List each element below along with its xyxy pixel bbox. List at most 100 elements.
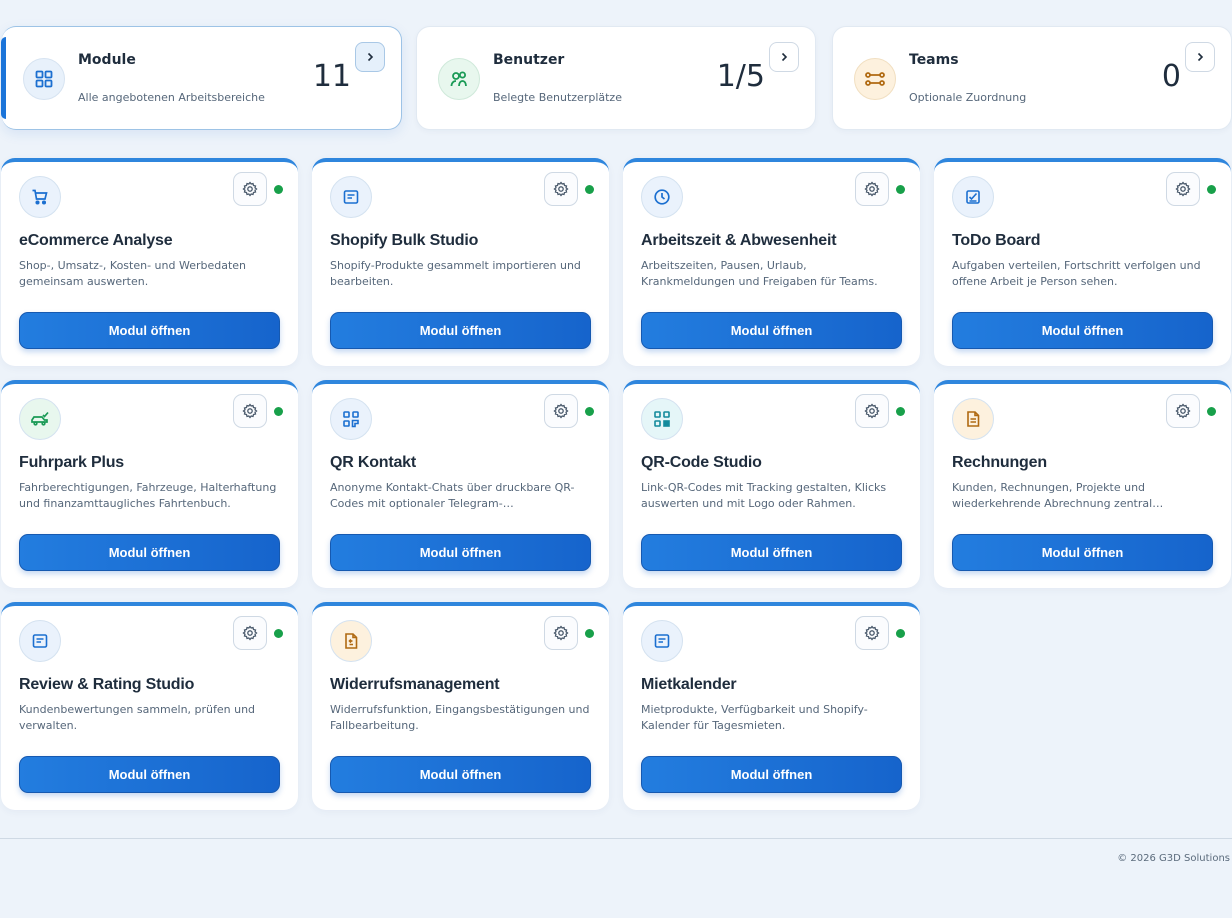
module-title: Widerrufsmanagement	[330, 676, 500, 693]
module-settings-button[interactable]	[233, 172, 267, 206]
grid-icon	[23, 58, 65, 100]
module-settings-button[interactable]	[544, 394, 578, 428]
stat-title: Teams	[909, 52, 959, 68]
stat-value: 11	[312, 59, 351, 94]
gear-icon	[553, 625, 569, 641]
status-dot	[274, 407, 283, 416]
open-module-button[interactable]: Modul öffnen	[330, 756, 591, 793]
return-document-icon	[330, 620, 372, 662]
open-module-button[interactable]: Modul öffnen	[330, 312, 591, 349]
chevron-right-button[interactable]	[1185, 42, 1215, 72]
open-module-button[interactable]: Modul öffnen	[19, 534, 280, 571]
gear-icon	[242, 403, 258, 419]
chevron-right-button[interactable]	[769, 42, 799, 72]
qr-contact-icon	[330, 398, 372, 440]
clock-icon	[641, 176, 683, 218]
gear-icon	[242, 625, 258, 641]
module-settings-button[interactable]	[544, 616, 578, 650]
open-module-button[interactable]: Modul öffnen	[330, 534, 591, 571]
module-card: Widerrufsmanagement Widerrufsfunktion, Ei…	[312, 602, 609, 810]
module-card: eCommerce Analyse Shop-, Umsatz-, Kosten-…	[1, 158, 298, 366]
module-card: Shopify Bulk Studio Shopify-Produkte gesa…	[312, 158, 609, 366]
module-description: Kundenbewertungen sammeln, prüfen und ve…	[19, 703, 256, 732]
module-card: Arbeitszeit & Abwesenheit Arbeitszeiten, …	[623, 158, 920, 366]
status-dot	[1207, 185, 1216, 194]
module-title: ToDo Board	[952, 232, 1041, 249]
module-settings-button[interactable]	[233, 616, 267, 650]
stat-subtitle: Optionale Zuordnung	[909, 91, 1027, 104]
stat-value: 0	[1161, 59, 1181, 94]
open-module-button[interactable]: Modul öffnen	[19, 312, 280, 349]
footer-copyright: © 2026 G3D Solutions	[1117, 853, 1230, 864]
open-module-button[interactable]: Modul öffnen	[952, 534, 1213, 571]
stat-title: Module	[78, 52, 136, 68]
status-dot	[274, 629, 283, 638]
gear-icon	[864, 181, 880, 197]
document-icon	[19, 620, 61, 662]
module-settings-button[interactable]	[544, 172, 578, 206]
stat-value: 1/5	[716, 59, 765, 94]
invoice-icon	[952, 398, 994, 440]
module-description: Arbeitszeiten, Pausen, Urlaub, Krankmeld…	[641, 259, 878, 288]
module-description: Aufgaben verteilen, Fortschritt verfolge…	[952, 259, 1201, 288]
stat-card-users[interactable]: Benutzer Belegte Benutzerplätze 1/5	[416, 26, 816, 130]
qr-code-icon	[641, 398, 683, 440]
module-description: Anonyme Kontakt-Chats über druckbare QR-…	[330, 481, 575, 510]
module-description: Link-QR-Codes mit Tracking gestalten, Kl…	[641, 481, 887, 510]
module-title: Shopify Bulk Studio	[330, 232, 479, 249]
module-title: Rechnungen	[952, 454, 1047, 471]
module-description: Shop-, Umsatz-, Kosten- und Werbedaten g…	[19, 259, 247, 288]
status-dot	[1207, 407, 1216, 416]
open-module-button[interactable]: Modul öffnen	[641, 756, 902, 793]
gear-icon	[1175, 181, 1191, 197]
module-description: Kunden, Rechnungen, Projekte und wiederk…	[952, 481, 1164, 510]
open-module-button[interactable]: Modul öffnen	[641, 312, 902, 349]
gear-icon	[242, 181, 258, 197]
module-card: QR-Code Studio Link-QR-Codes mit Tracking…	[623, 380, 920, 588]
status-dot	[585, 185, 594, 194]
stat-card-teams[interactable]: Teams Optionale Zuordnung 0	[832, 26, 1232, 130]
module-title: QR Kontakt	[330, 454, 417, 471]
users-icon	[438, 58, 480, 100]
status-dot	[585, 407, 594, 416]
teams-icon	[854, 58, 896, 100]
open-module-button[interactable]: Modul öffnen	[19, 756, 280, 793]
module-card: Review & Rating Studio Kundenbewertungen …	[1, 602, 298, 810]
module-card: QR Kontakt Anonyme Kontakt-Chats über dru…	[312, 380, 609, 588]
module-title: Fuhrpark Plus	[19, 454, 124, 471]
module-title: Mietkalender	[641, 676, 737, 693]
cart-icon	[19, 176, 61, 218]
chevron-right-icon	[1197, 52, 1204, 62]
open-module-button[interactable]: Modul öffnen	[952, 312, 1213, 349]
module-settings-button[interactable]	[233, 394, 267, 428]
status-dot	[274, 185, 283, 194]
module-card: ToDo Board Aufgaben verteilen, Fortschrit…	[934, 158, 1231, 366]
module-description: Widerrufsfunktion, Eingangsbestätigungen…	[330, 703, 590, 732]
module-card: Fuhrpark Plus Fahrberechtigungen, Fahrzeu…	[1, 380, 298, 588]
module-title: eCommerce Analyse	[19, 232, 173, 249]
chevron-right-icon	[781, 52, 788, 62]
chevron-right-button[interactable]	[355, 42, 385, 72]
open-module-button[interactable]: Modul öffnen	[641, 534, 902, 571]
document-icon	[641, 620, 683, 662]
module-card: Rechnungen Kunden, Rechnungen, Projekte u…	[934, 380, 1231, 588]
module-description: Mietprodukte, Verfügbarkeit und Shopify-…	[641, 703, 868, 732]
module-description: Shopify-Produkte gesammelt importieren u…	[330, 259, 581, 288]
status-dot	[585, 629, 594, 638]
stat-subtitle: Belegte Benutzerplätze	[493, 91, 622, 104]
checklist-icon	[952, 176, 994, 218]
module-title: Review & Rating Studio	[19, 676, 195, 693]
chevron-right-icon	[367, 52, 374, 62]
stat-card-modules[interactable]: Module Alle angebotenen Arbeitsbereiche …	[1, 26, 402, 130]
module-settings-button[interactable]	[855, 616, 889, 650]
module-settings-button[interactable]	[855, 394, 889, 428]
module-settings-button[interactable]	[855, 172, 889, 206]
gear-icon	[1175, 403, 1191, 419]
car-icon	[19, 398, 61, 440]
module-settings-button[interactable]	[1166, 172, 1200, 206]
gear-icon	[864, 625, 880, 641]
gear-icon	[553, 403, 569, 419]
status-dot	[896, 629, 905, 638]
status-dot	[896, 407, 905, 416]
module-settings-button[interactable]	[1166, 394, 1200, 428]
